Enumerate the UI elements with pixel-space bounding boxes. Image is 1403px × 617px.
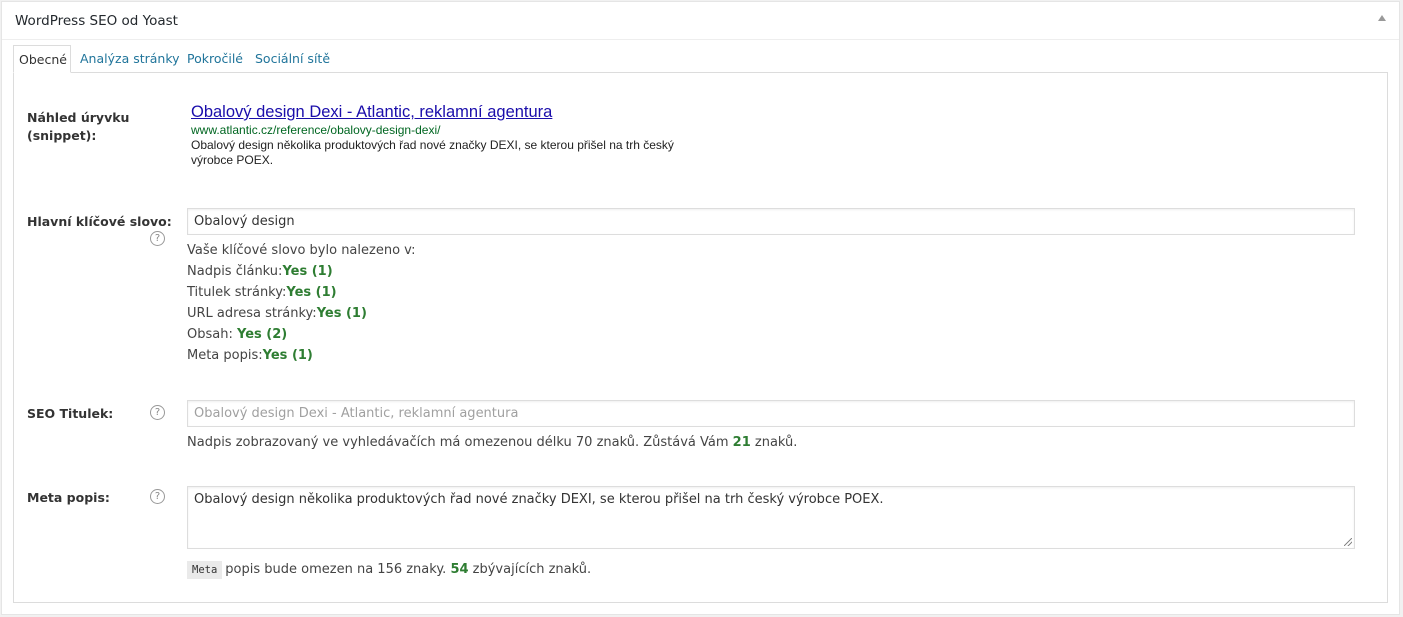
snippet-description: Obalový design několika produktových řad… [191, 138, 674, 167]
tab-panel-general: Náhled úryvku (snippet): Obalový design … [13, 72, 1388, 603]
metabox-header[interactable]: WordPress SEO od Yoast [2, 2, 1399, 40]
seo-title-info: Nadpis zobrazovaný ve vyhledávačích má o… [187, 435, 798, 450]
focus-keyword-help-icon[interactable]: ? [150, 231, 165, 246]
seo-title-input[interactable]: Obalový design Dexi - Atlantic, reklamní… [187, 400, 1355, 427]
focus-keyword-input[interactable]: Obalový design [187, 208, 1355, 235]
snippet-title-link[interactable]: Obalový design Dexi - Atlantic, reklamní… [191, 101, 711, 123]
seo-title-help-icon[interactable]: ? [150, 405, 165, 420]
metabox-title: WordPress SEO od Yoast [15, 13, 178, 29]
seo-title-remaining: 21 [732, 435, 751, 450]
meta-desc-help-icon[interactable]: ? [150, 489, 165, 504]
snippet-preview: Obalový design Dexi - Atlantic, reklamní… [191, 101, 711, 168]
meta-desc-label: Meta popis: [27, 490, 110, 505]
meta-desc-remaining: 54 [450, 562, 469, 577]
keyword-found-list: Vaše klíčové slovo bylo nalezeno v: Nadp… [187, 240, 416, 366]
tab-general[interactable]: Obecné [13, 45, 71, 73]
list-item: Obsah: Yes (2) [187, 327, 288, 342]
seo-title-label: SEO Titulek: [27, 406, 114, 421]
snippet-label: Náhled úryvku (snippet): [27, 110, 130, 143]
keyword-found-intro: Vaše klíčové slovo bylo nalezeno v: [187, 243, 416, 258]
tab-advanced[interactable]: Pokročilé [187, 45, 243, 73]
meta-code-tag: Meta [187, 561, 223, 579]
list-item: URL adresa stránky:Yes (1) [187, 306, 367, 321]
resize-grip-icon[interactable] [1344, 538, 1352, 546]
list-item: Nadpis článku:Yes (1) [187, 264, 333, 279]
tab-page-analysis[interactable]: Analýza stránky [80, 45, 180, 73]
meta-desc-info: Meta popis bude omezen na 156 znaky. 54 z… [187, 559, 591, 581]
collapse-arrow-icon[interactable] [1378, 15, 1386, 21]
snippet-url: www.atlantic.cz/reference/obalovy-design… [191, 123, 441, 137]
meta-desc-textarea[interactable]: Obalový design několika produktových řad… [187, 486, 1355, 549]
meta-desc-value: Obalový design několika produktových řad… [194, 492, 884, 507]
list-item: Meta popis:Yes (1) [187, 348, 313, 363]
tab-social[interactable]: Sociální sítě [255, 45, 330, 73]
list-item: Titulek stránky:Yes (1) [187, 285, 337, 300]
focus-keyword-label: Hlavní klíčové slovo: [27, 214, 172, 229]
